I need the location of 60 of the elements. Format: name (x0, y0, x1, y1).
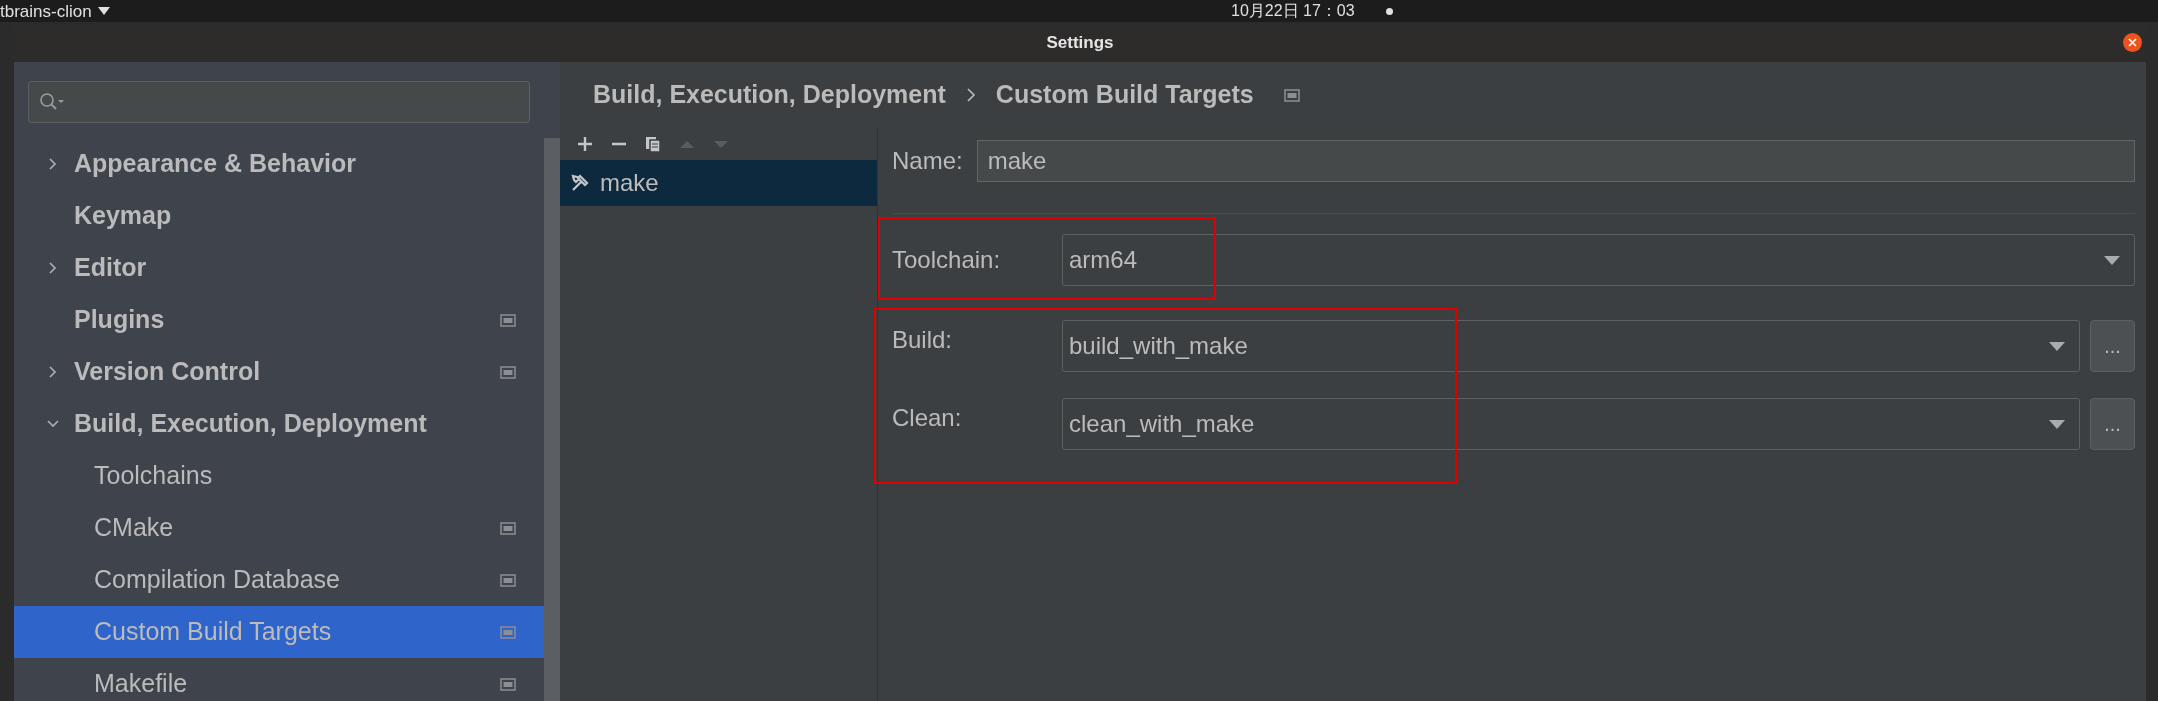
project-level-icon (1283, 88, 1300, 102)
field-label: Build: (892, 325, 954, 355)
field-label: Name: (892, 146, 963, 176)
sidebar-item-label: Version Control (74, 356, 262, 388)
project-level-icon (500, 625, 516, 639)
dropdown-arrow-icon (2049, 341, 2065, 351)
build-dropdown[interactable]: build_with_make (1062, 320, 2080, 372)
app-menu[interactable]: tbrains-clion (0, 2, 110, 20)
sidebar-item[interactable]: Build, Execution, Deployment (14, 398, 544, 450)
caret-icon (97, 7, 110, 15)
sidebar-item-label: Keymap (74, 200, 173, 232)
sidebar-item[interactable]: Makefile (14, 658, 544, 701)
search-icon (39, 92, 67, 112)
dropdown-value: arm64 (1069, 245, 1138, 275)
sidebar-item[interactable]: Keymap (14, 190, 544, 242)
sidebar-item[interactable]: Custom Build Targets (14, 606, 544, 658)
sidebar-item-label: Makefile (93, 668, 189, 700)
dropdown-value: clean_with_make (1069, 409, 1255, 439)
window-title: Settings (1046, 32, 1114, 55)
toolchain-dropdown[interactable]: arm64 (1062, 234, 2135, 286)
chevron-right-icon (965, 87, 976, 103)
dropdown-arrow-icon (2104, 255, 2120, 265)
sidebar-item[interactable]: CMake (14, 502, 544, 554)
sidebar-item-label: Custom Build Targets (93, 616, 333, 648)
clean-dropdown[interactable]: clean_with_make (1062, 398, 2080, 450)
sidebar-item[interactable]: Editor (14, 242, 544, 294)
field-label: Toolchain: (892, 245, 1002, 275)
sidebar-item-label: Editor (74, 252, 148, 284)
hammer-wrench-icon (570, 173, 590, 193)
sidebar-item[interactable]: Version Control (14, 346, 544, 398)
search-field[interactable] (28, 81, 530, 123)
browse-button[interactable]: ... (2090, 398, 2135, 450)
sidebar-item-label: Compilation Database (93, 564, 341, 596)
sidebar-item-label: Toolchains (93, 460, 214, 492)
target-item[interactable]: make (560, 160, 877, 206)
sidebar-item[interactable]: Compilation Database (14, 554, 544, 606)
clock[interactable]: 10月22日 17：03 (1231, 1, 1355, 21)
target-label: make (600, 168, 659, 198)
field-label: Clean: (892, 403, 963, 433)
close-button[interactable] (2123, 33, 2142, 52)
sidebar-item-label: Build, Execution, Deployment (74, 408, 428, 440)
scrollbar[interactable] (544, 138, 560, 701)
sidebar-item-label: CMake (93, 512, 175, 544)
sidebar-item[interactable]: Toolchains (14, 450, 544, 502)
sidebar-item-label: Appearance & Behavior (74, 148, 358, 180)
project-level-icon (500, 521, 516, 535)
sidebar-item[interactable]: Appearance & Behavior (14, 138, 544, 190)
name-field[interactable]: make (976, 140, 2135, 182)
project-level-icon (500, 313, 516, 327)
dropdown-arrow-icon (2049, 419, 2065, 429)
breadcrumb-item: Custom Build Targets (995, 79, 1254, 111)
breadcrumb-item[interactable]: Build, Execution, Deployment (593, 76, 946, 114)
browse-button[interactable]: ... (2090, 320, 2135, 372)
sidebar-item[interactable]: Plugins (14, 294, 544, 346)
project-level-icon (500, 573, 516, 587)
project-level-icon (500, 677, 516, 691)
sidebar-item-label: Plugins (74, 304, 166, 336)
dropdown-value: build_with_make (1069, 331, 1248, 361)
close-icon (2128, 38, 2137, 47)
project-level-icon (500, 365, 516, 379)
